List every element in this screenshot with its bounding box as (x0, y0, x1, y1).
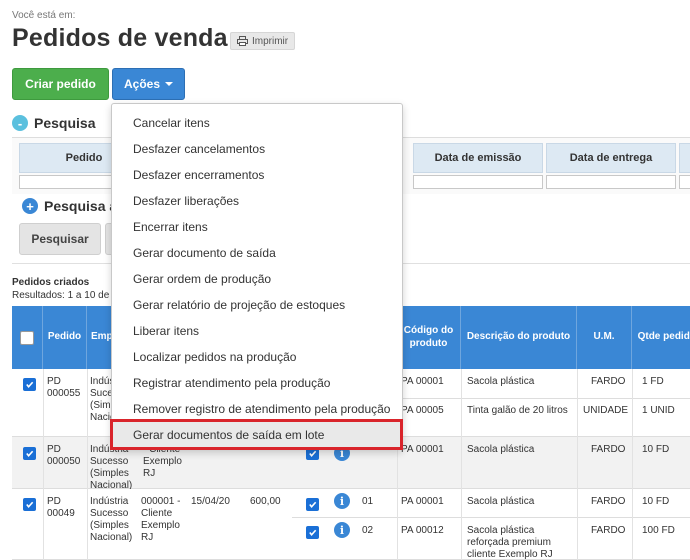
check-icon (309, 501, 317, 509)
results-count: Resultados: 1 a 10 de (12, 290, 110, 301)
produto-codigo: PA 00001 (401, 444, 444, 455)
order-value: 600,00 (250, 496, 281, 507)
produto-descricao: Tinta galão de 20 litros (467, 405, 568, 416)
pesquisar-button[interactable]: Pesquisar (19, 223, 101, 255)
produto-um: FARDO (591, 496, 626, 507)
item-sequence: 02 (362, 525, 374, 536)
produto-codigo: PA 00001 (401, 496, 444, 507)
extra-filter-input[interactable] (679, 175, 690, 189)
empresa-name: Indústria Sucesso (Simples Nacional) (90, 496, 133, 543)
row-divider (292, 517, 690, 518)
row-checkbox[interactable] (23, 447, 36, 460)
printer-icon (237, 36, 248, 46)
column-divider (43, 369, 44, 560)
produto-codigo: PA 00001 (401, 376, 444, 387)
acoes-dropdown-menu: Cancelar itens Desfazer cancelamentos De… (111, 103, 403, 450)
menu-item-gerar-ordem-producao[interactable]: Gerar ordem de produção (112, 266, 402, 292)
column-divider (87, 369, 88, 560)
selection-highlight (110, 419, 403, 450)
menu-item-gerar-relatorio-projecao[interactable]: Gerar relatório de projeção de estoques (112, 292, 402, 318)
produto-descricao: Sacola plástica (467, 376, 535, 387)
menu-item-desfazer-cancelamentos[interactable]: Desfazer cancelamentos (112, 136, 402, 162)
menu-item-registrar-atendimento[interactable]: Registrar atendimento pela produção (112, 370, 402, 396)
page-title: Pedidos de venda (12, 24, 228, 52)
check-icon (26, 381, 34, 389)
expand-icon[interactable]: + (22, 198, 38, 214)
collapse-icon[interactable]: - (12, 115, 28, 131)
produto-codigo: PA 00012 (401, 525, 444, 536)
caret-down-icon (165, 82, 174, 86)
filter-header-data-emissao: Data de emissão (413, 143, 543, 173)
info-icon[interactable]: i (334, 493, 350, 509)
produto-um: UNIDADE (583, 405, 629, 416)
header-select-all[interactable] (12, 306, 43, 369)
select-all-checkbox[interactable] (20, 330, 34, 345)
produto-um: FARDO (591, 444, 626, 455)
produto-um: FARDO (591, 376, 626, 387)
header-codigo-produto: Código do produto (397, 306, 461, 369)
header-pedido: Pedido (43, 306, 87, 369)
results-title: Pedidos criados (12, 277, 90, 288)
produto-codigo: PA 00005 (401, 405, 444, 416)
check-icon (26, 450, 34, 458)
pesquisa-avancada-title: Pesquisa a (44, 198, 118, 214)
column-divider (577, 369, 578, 560)
row-divider (397, 398, 690, 399)
item-sequence: 01 (362, 496, 374, 507)
column-divider (632, 369, 633, 560)
pedido-number[interactable]: PD 000055 (47, 376, 87, 400)
column-divider (461, 369, 462, 560)
produto-descricao: Sacola plástica (467, 444, 535, 455)
pedido-number[interactable]: PD 00049 (47, 496, 87, 520)
acoes-label: Ações (123, 77, 161, 91)
print-button[interactable]: Imprimir (230, 32, 296, 50)
data-entrega-filter-input[interactable] (546, 175, 676, 189)
header-descricao-produto: Descrição do produto (461, 306, 577, 369)
produto-qtde: 10 FD (642, 444, 670, 455)
filter-header-extra (679, 143, 690, 173)
check-icon (309, 450, 317, 458)
item-checkbox[interactable] (306, 498, 319, 511)
check-icon (26, 501, 34, 509)
produto-um: FARDO (591, 525, 626, 536)
row-checkbox[interactable] (23, 378, 36, 391)
criar-pedido-button[interactable]: Criar pedido (12, 68, 109, 100)
produto-qtde: 100 FD (642, 525, 675, 536)
pesquisa-title: Pesquisa (34, 115, 96, 131)
menu-item-desfazer-liberacoes[interactable]: Desfazer liberações (112, 188, 402, 214)
order-date: 15/04/20 (191, 496, 230, 507)
menu-item-localizar-pedidos-producao[interactable]: Localizar pedidos na produção (112, 344, 402, 370)
pesquisa-section-header[interactable]: - Pesquisa (12, 115, 95, 131)
pesquisa-avancada-header[interactable]: + Pesquisa a (22, 198, 117, 214)
produto-qtde: 10 FD (642, 496, 670, 507)
data-emissao-filter-input[interactable] (413, 175, 543, 189)
filter-header-data-entrega: Data de entrega (546, 143, 676, 173)
cliente-name: 000001 - Cliente Exemplo RJ (141, 496, 181, 543)
info-icon[interactable]: i (334, 522, 350, 538)
empresa-name: Indústria Sucesso (Simples Nacional) (90, 444, 133, 491)
produto-descricao: Sacola plástica reforçada premium client… (467, 525, 553, 560)
menu-item-cancelar-itens[interactable]: Cancelar itens (112, 110, 402, 136)
menu-item-encerrar-itens[interactable]: Encerrar itens (112, 214, 402, 240)
header-um: U.M. (577, 306, 632, 369)
produto-qtde: 1 UNID (642, 405, 675, 416)
check-icon (309, 529, 317, 537)
menu-item-desfazer-encerramentos[interactable]: Desfazer encerramentos (112, 162, 402, 188)
print-label: Imprimir (252, 35, 289, 47)
menu-item-gerar-documento-saida[interactable]: Gerar documento de saída (112, 240, 402, 266)
item-checkbox[interactable] (306, 526, 319, 539)
breadcrumb: Você está em: (12, 10, 76, 21)
menu-item-liberar-itens[interactable]: Liberar itens (112, 318, 402, 344)
acoes-button[interactable]: Ações (112, 68, 185, 100)
pedido-number[interactable]: PD 000050 (47, 444, 87, 468)
produto-qtde: 1 FD (642, 376, 664, 387)
row-checkbox[interactable] (23, 498, 36, 511)
produto-descricao: Sacola plástica (467, 496, 535, 507)
header-qtde-pedida: Qtde pedida (632, 306, 690, 369)
